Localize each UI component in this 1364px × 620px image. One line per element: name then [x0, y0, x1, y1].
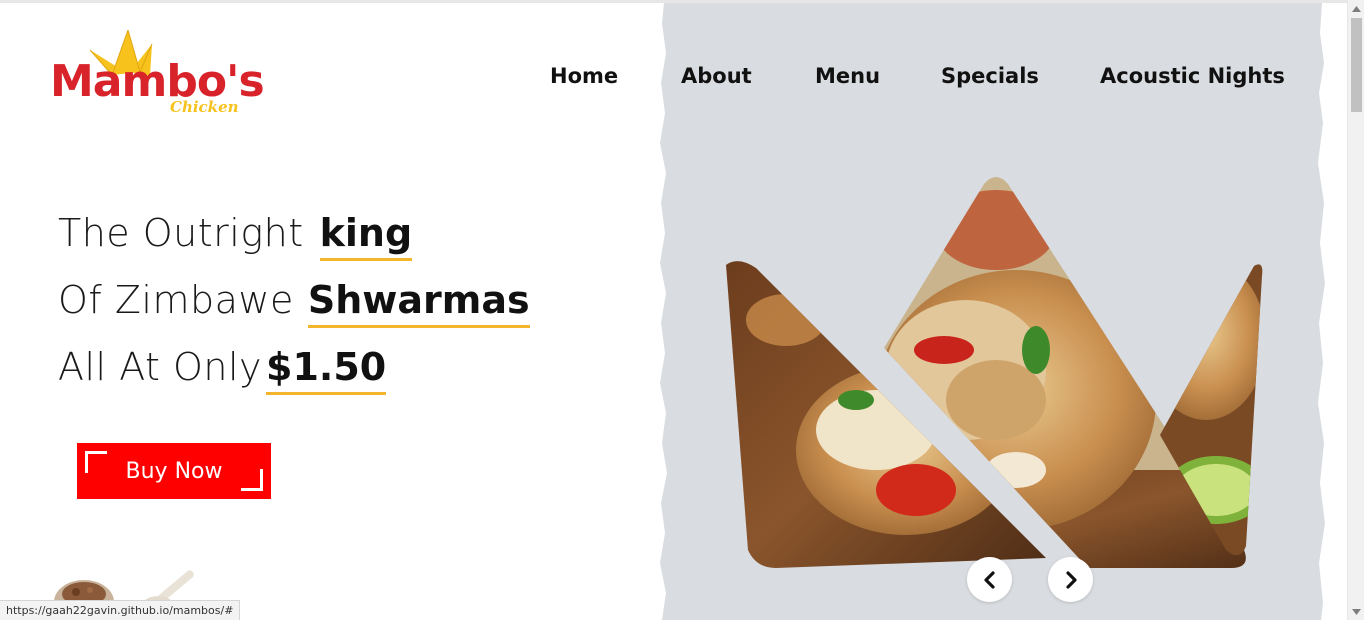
scroll-up-arrow-icon[interactable]	[1348, 0, 1364, 17]
nav-home[interactable]: Home	[550, 62, 618, 90]
logo-subtitle: Chicken	[170, 98, 239, 116]
hero-line-1-highlight: king	[319, 214, 413, 261]
hero-line-2: Of Zimbawe Shwarmas	[58, 281, 530, 328]
chevron-right-icon	[1065, 570, 1077, 589]
vertical-scrollbar[interactable]	[1347, 0, 1364, 620]
hero-line-2-text: Of Zimbawe	[58, 278, 294, 322]
chevron-left-icon	[983, 570, 995, 589]
hero-line-1-text: The Outright	[58, 211, 304, 255]
mambos-logo[interactable]: Mambo's Chicken	[48, 30, 265, 125]
nav-menu[interactable]: Menu	[815, 62, 880, 90]
carousel-next-button[interactable]	[1048, 557, 1093, 602]
corner-bracket-bottom-right	[241, 469, 263, 491]
shawarma-crown-image	[726, 177, 1263, 569]
nav-specials[interactable]: Specials	[941, 62, 1039, 90]
nav-about[interactable]: About	[681, 62, 752, 90]
carousel-prev-button[interactable]	[967, 557, 1012, 602]
hero-price: $1.50	[266, 348, 387, 395]
link-status-bar: https://gaah22gavin.github.io/mambos/#	[0, 600, 241, 620]
hero-line-1: The Outright king	[58, 211, 413, 261]
nav-acoustic-nights[interactable]: Acoustic Nights	[1100, 62, 1285, 90]
corner-bracket-top-left	[85, 451, 107, 473]
hero-line-3-text: All At Only	[58, 345, 263, 389]
hero-line-3: All At Only $1.50	[58, 345, 387, 395]
buy-now-label: Buy Now	[125, 458, 223, 484]
scrollbar-thumb[interactable]	[1351, 18, 1362, 112]
scroll-down-arrow-icon[interactable]	[1348, 603, 1364, 620]
hero-line-2-highlight: Shwarmas	[307, 281, 530, 328]
buy-now-button[interactable]: Buy Now	[77, 443, 271, 499]
